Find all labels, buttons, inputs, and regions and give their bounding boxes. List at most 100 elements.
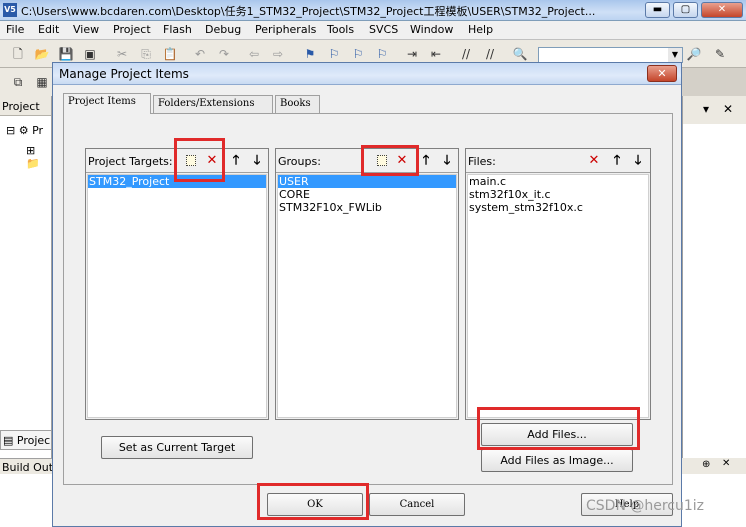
project-tree-root[interactable]: ⊟ ⚙ Pr	[6, 124, 43, 137]
save-all-icon[interactable]: ▣	[82, 46, 98, 62]
tab-project-items[interactable]: Project Items	[63, 93, 151, 114]
annotation-box-ok	[257, 483, 369, 520]
close-button[interactable]: ✕	[701, 2, 743, 18]
window-title: C:\Users\www.bcdaren.com\Desktop\任务1_STM…	[21, 5, 596, 18]
project-tab-icon: ▤	[3, 434, 14, 447]
move-up-icon[interactable]: 🡑	[417, 152, 435, 170]
files-label: Files:	[468, 155, 496, 168]
right-pane-lower-header: ⊕ ✕	[682, 458, 746, 474]
collapse-icon[interactable]: ⊟	[6, 124, 15, 137]
find-in-files-icon[interactable]: 🔍	[512, 46, 528, 62]
build-output-body	[0, 474, 52, 527]
keil-app-icon: V5	[3, 3, 17, 17]
pin-icon[interactable]: ⊕	[702, 459, 710, 470]
menu-view[interactable]: View	[73, 23, 99, 36]
cancel-button[interactable]: Cancel	[369, 493, 465, 516]
right-pane-body	[683, 124, 746, 458]
list-item[interactable]: STM32F10x_FWLib	[278, 201, 456, 214]
set-current-target-label: Set as Current Target	[118, 441, 236, 454]
move-up-icon[interactable]: 🡑	[227, 152, 245, 170]
chevron-down-icon[interactable]: ▼	[668, 48, 682, 62]
bookmark-prev-icon[interactable]: ⚐	[326, 46, 342, 62]
pane-close-icon[interactable]: ✕	[722, 458, 730, 469]
maximize-button[interactable]: ▢	[673, 2, 698, 18]
set-current-target-button[interactable]: Set as Current Target	[101, 436, 253, 459]
tab-books[interactable]: Books	[275, 95, 320, 113]
menu-debug[interactable]: Debug	[205, 23, 241, 36]
undo-icon[interactable]: ↶	[192, 46, 208, 62]
translate-icon[interactable]: ⧉	[10, 74, 26, 90]
options-icon[interactable]: ✎	[712, 46, 728, 62]
new-file-icon[interactable]: 🗋	[10, 46, 26, 62]
list-item[interactable]: USER	[278, 175, 456, 188]
minimize-button[interactable]: ▬	[645, 2, 670, 18]
move-down-icon[interactable]: 🡓	[248, 152, 266, 170]
pin-icon[interactable]: ▾	[703, 102, 709, 116]
build-icon[interactable]: ▦	[34, 74, 50, 90]
expand-icon[interactable]: ⊞	[26, 144, 35, 157]
groups-list: USER CORE STM32F10x_FWLib	[277, 174, 457, 418]
project-pane: Project ⊟ ⚙ Pr ⊞ 📁	[0, 96, 52, 461]
comment-icon[interactable]: //	[458, 46, 474, 62]
project-tree-child[interactable]: ⊞ 📁	[26, 144, 51, 170]
indent-icon[interactable]: ⇥	[404, 46, 420, 62]
list-item[interactable]: main.c	[468, 175, 648, 188]
dialog-title: Manage Project Items	[59, 67, 189, 81]
dialog-close-button[interactable]: ✕	[647, 65, 677, 82]
menu-flash[interactable]: Flash	[163, 23, 192, 36]
menu-bar: File Edit View Project Flash Debug Perip…	[0, 21, 746, 40]
list-item[interactable]: CORE	[278, 188, 456, 201]
find-icon[interactable]: 🔎	[686, 46, 702, 62]
right-pane: ▾ ✕	[682, 96, 746, 458]
targets-list: STM32_Project	[87, 174, 267, 418]
project-pane-header: Project	[0, 96, 51, 116]
annotation-box-targets	[174, 138, 225, 182]
save-icon[interactable]: 💾	[58, 46, 74, 62]
delete-file-icon[interactable]: ✕	[585, 152, 603, 170]
find-combo[interactable]: ▼	[538, 47, 683, 63]
menu-file[interactable]: File	[6, 23, 24, 36]
build-toolbar: ⧉ ▦	[0, 68, 60, 96]
add-files-as-image-button[interactable]: Add Files as Image...	[481, 449, 633, 472]
open-file-icon[interactable]: 📂	[34, 46, 50, 62]
menu-svcs[interactable]: SVCS	[369, 23, 398, 36]
bookmark-clear-icon[interactable]: ⚐	[374, 46, 390, 62]
unindent-icon[interactable]: ⇤	[428, 46, 444, 62]
annotation-box-add-files	[477, 407, 640, 450]
menu-edit[interactable]: Edit	[38, 23, 59, 36]
tree-root-label: Pr	[32, 124, 44, 137]
nav-back-icon[interactable]: ⇦	[246, 46, 262, 62]
groups-listbox: Groups: ✕ 🡑 🡓 USER CORE STM32F10x_FWLib	[275, 148, 459, 420]
tab-folders-extensions[interactable]: Folders/Extensions	[153, 95, 273, 113]
menu-tools[interactable]: Tools	[327, 23, 354, 36]
copy-icon[interactable]: ⎘	[138, 46, 154, 62]
move-down-icon[interactable]: 🡓	[438, 152, 456, 170]
targets-label: Project Targets:	[88, 155, 173, 168]
uncomment-icon[interactable]: //	[482, 46, 498, 62]
move-up-icon[interactable]: 🡑	[608, 152, 626, 170]
list-item[interactable]: system_stm32f10x.c	[468, 201, 648, 214]
files-listbox: Files: ✕ 🡑 🡓 main.c stm32f10x_it.c syste…	[465, 148, 651, 420]
nav-forward-icon[interactable]: ⇨	[270, 46, 286, 62]
bookmark-icon[interactable]: ⚑	[302, 46, 318, 62]
watermark: CSDN @hercu1iz	[586, 498, 705, 514]
paste-icon[interactable]: 📋	[162, 46, 178, 62]
list-item[interactable]: stm32f10x_it.c	[468, 188, 648, 201]
target-icon: ⚙	[18, 124, 29, 137]
menu-help[interactable]: Help	[468, 23, 493, 36]
menu-project[interactable]: Project	[113, 23, 151, 36]
menu-window[interactable]: Window	[410, 23, 453, 36]
pane-close-icon[interactable]: ✕	[723, 102, 733, 116]
files-header: Files: ✕ 🡑 🡓	[466, 149, 650, 173]
redo-icon[interactable]: ↷	[216, 46, 232, 62]
dialog-titlebar: Manage Project Items ✕	[53, 63, 681, 85]
menu-peripherals[interactable]: Peripherals	[255, 23, 316, 36]
manage-project-items-dialog: Manage Project Items ✕ Project Items Fol…	[52, 62, 682, 527]
bookmark-next-icon[interactable]: ⚐	[350, 46, 366, 62]
project-tab-label: Projec	[16, 434, 51, 447]
files-list: main.c stm32f10x_it.c system_stm32f10x.c	[467, 174, 649, 418]
main-titlebar: V5 C:\Users\www.bcdaren.com\Desktop\任务1_…	[0, 0, 746, 21]
project-tab[interactable]: ▤ Projec	[0, 430, 52, 450]
cut-icon[interactable]: ✂	[114, 46, 130, 62]
move-down-icon[interactable]: 🡓	[629, 152, 647, 170]
